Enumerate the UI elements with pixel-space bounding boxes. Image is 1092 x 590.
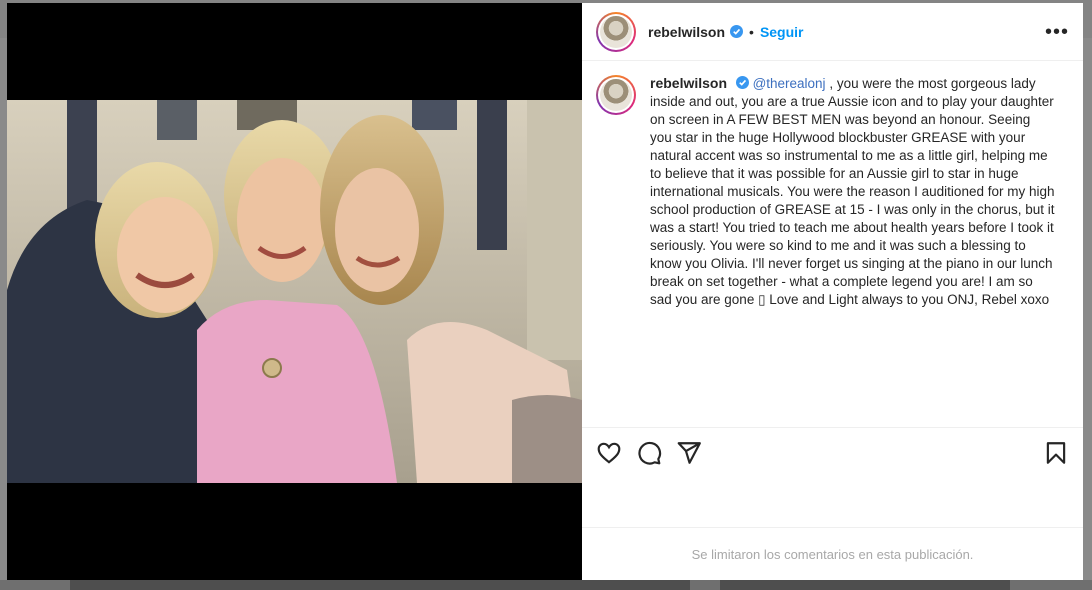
caption-avatar[interactable] (596, 75, 636, 115)
follow-button[interactable]: Seguir (760, 24, 804, 40)
author-avatar[interactable] (596, 11, 636, 52)
separator-dot: • (749, 23, 754, 40)
background-thumbnail (720, 580, 1010, 590)
background-thumbnail (70, 580, 690, 590)
post-caption: rebelwilson @therealonj , you were the m… (596, 74, 1069, 309)
post-header: rebelwilson • Seguir ••• (582, 3, 1083, 61)
background-page-bottom (0, 580, 1092, 590)
bookmark-icon[interactable] (1043, 440, 1069, 466)
post-modal: rebelwilson • Seguir ••• rebelwilson @th… (7, 3, 1083, 580)
post-photo[interactable] (7, 100, 582, 483)
caption-body: rebelwilson @therealonj , you were the m… (650, 74, 1055, 309)
post-panel: rebelwilson • Seguir ••• rebelwilson @th… (582, 3, 1083, 580)
action-bar (582, 427, 1083, 527)
avatar-image (600, 79, 632, 111)
post-media (7, 3, 582, 580)
caption-text: , you were the most gorgeous lady inside… (650, 76, 1055, 307)
paper-plane-icon[interactable] (676, 440, 702, 466)
comments-section: rebelwilson @therealonj , you were the m… (582, 62, 1083, 427)
author-username[interactable]: rebelwilson (648, 24, 725, 40)
verified-badge-icon (735, 76, 749, 89)
comment-bubble-icon[interactable] (636, 440, 662, 466)
avatar-image (600, 15, 632, 48)
heart-icon[interactable] (596, 440, 622, 466)
caption-mention[interactable]: @therealonj (753, 76, 826, 91)
caption-username[interactable]: rebelwilson (650, 75, 727, 91)
comments-disabled-notice: Se limitaron los comentarios en esta pub… (582, 527, 1083, 580)
more-options-icon[interactable]: ••• (1045, 22, 1069, 42)
verified-badge-icon (730, 25, 744, 38)
